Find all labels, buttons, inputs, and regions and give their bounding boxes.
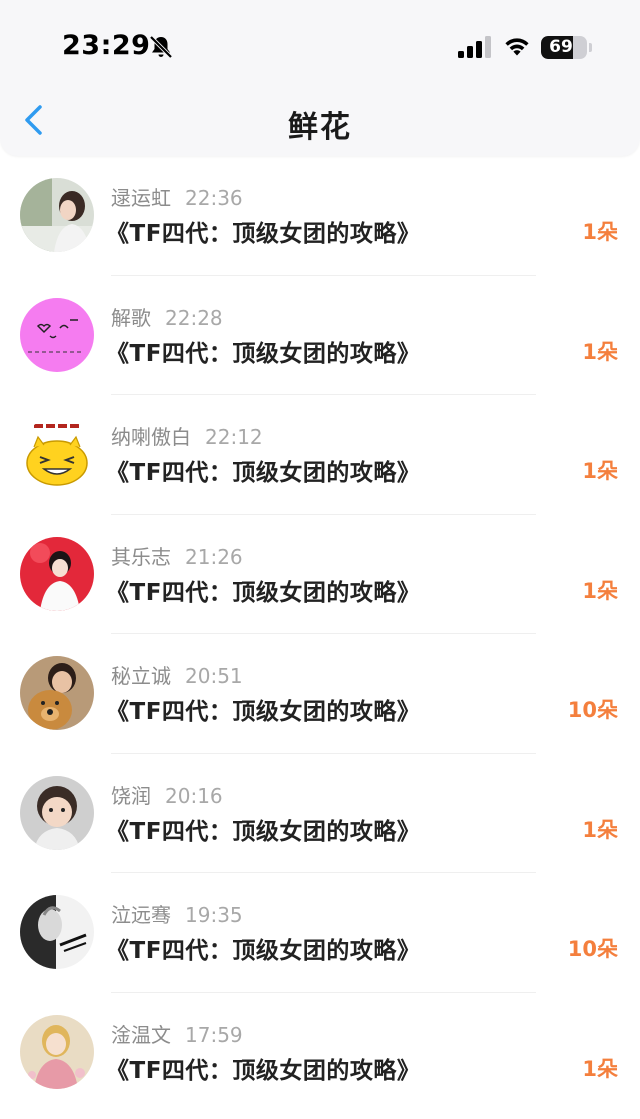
avatar[interactable] — [20, 775, 94, 850]
status-time: 23:29 — [62, 30, 151, 61]
list-item[interactable]: 秘立诚 20:51 《TF四代：顶级女团的攻略》 10朵 — [0, 634, 640, 754]
flower-count: 1朵 — [582, 339, 618, 364]
battery-tip — [589, 43, 592, 52]
gift-time: 22:12 — [205, 425, 263, 449]
flower-count: 1朵 — [582, 817, 618, 842]
list-item-meta: 解歌 22:28 — [111, 302, 223, 330]
header: 23:29 69 鲜花 — [0, 0, 640, 156]
avatar[interactable] — [20, 297, 94, 372]
work-title[interactable]: 《TF四代：顶级女团的攻略》 — [106, 573, 420, 607]
list-item-meta: 秘立诚 20:51 — [111, 660, 243, 688]
avatar[interactable] — [20, 536, 94, 611]
flower-count: 10朵 — [567, 698, 618, 722]
list-item[interactable]: 淦温文 17:59 《TF四代：顶级女团的攻略》 1朵 — [0, 993, 640, 1113]
user-name: 淦温文 — [111, 1022, 171, 1047]
flower-count: 1朵 — [582, 220, 618, 244]
gift-list: 逯运虹 22:36 《TF四代：顶级女团的攻略》 1朵 解歌 22:28 《TF四代… — [0, 156, 640, 1112]
avatar[interactable] — [20, 178, 94, 252]
user-name: 逯运虹 — [111, 186, 171, 210]
work-title[interactable]: 《TF四代：顶级女团的攻略》 — [106, 931, 420, 965]
wifi-icon — [505, 38, 529, 56]
list-item[interactable]: 其乐志 21:26 《TF四代：顶级女团的攻略》 1朵 — [0, 515, 640, 634]
avatar[interactable] — [20, 1014, 94, 1089]
gift-time: 19:35 — [185, 903, 243, 927]
list-item-meta: 淦温文 17:59 — [111, 1019, 243, 1047]
gift-time: 20:16 — [165, 783, 223, 808]
list-item-meta: 其乐志 21:26 — [111, 541, 243, 569]
user-name: 其乐志 — [111, 544, 171, 569]
gift-time: 17:59 — [185, 1022, 243, 1047]
avatar[interactable] — [20, 417, 94, 491]
user-name: 泣远骞 — [111, 903, 171, 927]
user-name: 秘立诚 — [111, 664, 171, 688]
user-name: 饶润 — [111, 783, 151, 808]
list-item-meta: 逯运虹 22:36 — [111, 182, 243, 210]
list-item-meta: 饶润 20:16 — [111, 780, 223, 808]
avatar[interactable] — [20, 656, 94, 730]
work-title[interactable]: 《TF四代：顶级女团的攻略》 — [106, 692, 420, 726]
gift-time: 22:28 — [165, 305, 223, 330]
list-item[interactable]: 泣远骞 19:35 《TF四代：顶级女团的攻略》 10朵 — [0, 873, 640, 993]
flower-count: 1朵 — [582, 1056, 618, 1081]
work-title[interactable]: 《TF四代：顶级女团的攻略》 — [106, 334, 420, 368]
signal-icon — [458, 36, 491, 58]
avatar[interactable] — [20, 895, 94, 969]
user-name: 解歌 — [111, 305, 151, 330]
battery-icon: 69 — [541, 36, 587, 59]
status-bar: 23:29 69 — [0, 0, 640, 96]
gift-time: 22:36 — [185, 186, 243, 210]
list-item[interactable]: 饶润 20:16 《TF四代：顶级女团的攻略》 1朵 — [0, 754, 640, 873]
battery-level: 69 — [549, 37, 573, 57]
work-title[interactable]: 《TF四代：顶级女团的攻略》 — [106, 453, 420, 487]
list-item[interactable]: 解歌 22:28 《TF四代：顶级女团的攻略》 1朵 — [0, 276, 640, 395]
list-item[interactable]: 纳喇傲白 22:12 《TF四代：顶级女团的攻略》 1朵 — [0, 395, 640, 515]
list-item-meta: 纳喇傲白 22:12 — [111, 421, 263, 449]
flower-count: 10朵 — [567, 937, 618, 961]
work-title[interactable]: 《TF四代：顶级女团的攻略》 — [106, 214, 420, 248]
work-title[interactable]: 《TF四代：顶级女团的攻略》 — [106, 812, 420, 846]
user-name: 纳喇傲白 — [111, 425, 191, 449]
list-item[interactable]: 逯运虹 22:36 《TF四代：顶级女团的攻略》 1朵 — [0, 156, 640, 276]
gift-time: 21:26 — [185, 544, 243, 569]
flower-count: 1朵 — [582, 459, 618, 483]
bell-slash-icon — [149, 35, 173, 59]
flower-count: 1朵 — [582, 578, 618, 603]
page-title: 鲜花 — [288, 110, 352, 145]
work-title[interactable]: 《TF四代：顶级女团的攻略》 — [106, 1051, 420, 1085]
nav-bar: 鲜花 — [0, 96, 640, 148]
gift-time: 20:51 — [185, 664, 243, 688]
list-item-meta: 泣远骞 19:35 — [111, 899, 243, 927]
